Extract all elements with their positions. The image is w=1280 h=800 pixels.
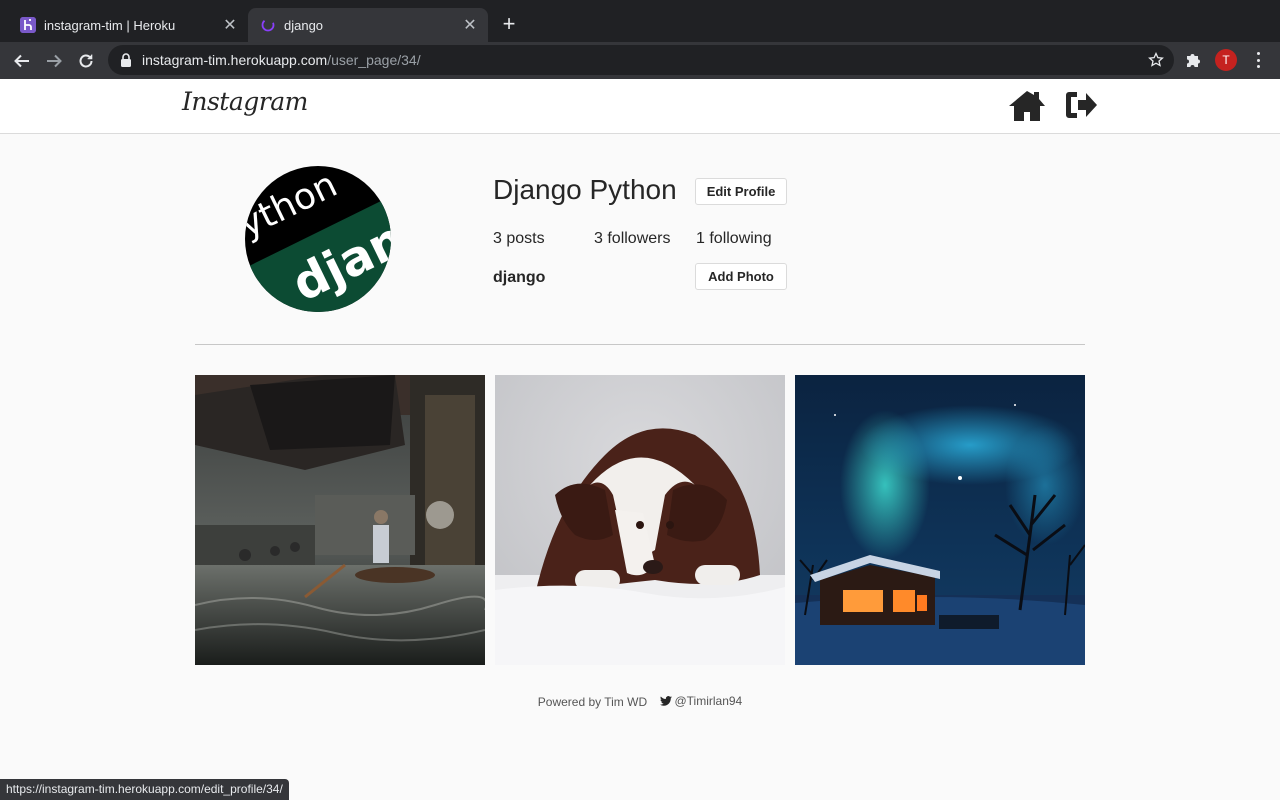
url-path: /user_page/34/ xyxy=(327,52,421,68)
site-header: Instagram xyxy=(0,79,1280,134)
following-count[interactable]: 1 following xyxy=(696,230,772,248)
tab-title: instagram-tim | Heroku xyxy=(44,17,176,33)
edit-profile-button[interactable]: Edit Profile xyxy=(695,178,787,205)
close-icon[interactable]: ✕ xyxy=(460,15,480,35)
home-icon[interactable] xyxy=(1008,89,1046,123)
aurora-cabin-photo[interactable] xyxy=(795,375,1085,665)
heroku-favicon-icon xyxy=(20,17,36,33)
browser-profile-avatar[interactable]: T xyxy=(1215,49,1237,71)
url-text: instagram-tim.herokuapp.com/user_page/34… xyxy=(142,52,421,68)
url-host: instagram-tim.herokuapp.com xyxy=(142,52,328,68)
profile-name: Django Python xyxy=(493,174,677,205)
browser-menu-icon[interactable] xyxy=(1250,50,1266,70)
tab-heroku[interactable]: instagram-tim | Heroku ✕ xyxy=(8,8,248,42)
forward-arrow-icon[interactable] xyxy=(41,48,67,74)
username: django xyxy=(493,269,546,286)
instagram-logo[interactable]: Instagram xyxy=(182,87,308,116)
new-tab-button[interactable]: + xyxy=(498,13,520,35)
powered-by-text: Powered by Tim WD xyxy=(537,695,648,709)
django-favicon-icon xyxy=(260,17,276,33)
browser-toolbar: instagram-tim.herokuapp.com/user_page/34… xyxy=(0,42,1280,79)
extensions-puzzle-icon[interactable] xyxy=(1184,51,1202,69)
footer: Powered by Tim WD @Timirlan94 xyxy=(0,694,1280,709)
bookmark-star-icon[interactable] xyxy=(1148,52,1164,68)
tab-django[interactable]: django ✕ xyxy=(248,8,488,42)
dog-in-snow-photo[interactable] xyxy=(495,375,785,665)
twitter-icon xyxy=(660,696,673,706)
lock-icon xyxy=(121,53,131,67)
logout-icon[interactable] xyxy=(1064,89,1098,121)
status-bar-url: https://instagram-tim.herokuapp.com/edit… xyxy=(0,779,289,800)
profile-divider xyxy=(195,344,1085,345)
reload-icon[interactable] xyxy=(73,48,99,74)
add-photo-button[interactable]: Add Photo xyxy=(695,263,787,290)
floating-market-photo[interactable] xyxy=(195,375,485,665)
profile-avatar: ython djang xyxy=(245,166,391,312)
browser-tab-bar: instagram-tim | Heroku ✕ django ✕ + xyxy=(0,0,1280,42)
close-icon[interactable]: ✕ xyxy=(220,15,240,35)
address-bar[interactable]: instagram-tim.herokuapp.com/user_page/34… xyxy=(108,45,1174,75)
followers-count[interactable]: 3 followers xyxy=(594,230,670,248)
back-arrow-icon[interactable] xyxy=(9,48,35,74)
tab-title: django xyxy=(284,17,324,33)
posts-count: 3 posts xyxy=(493,230,545,247)
twitter-handle: @Timirlan94 xyxy=(674,694,743,708)
twitter-link[interactable]: @Timirlan94 xyxy=(660,694,742,708)
